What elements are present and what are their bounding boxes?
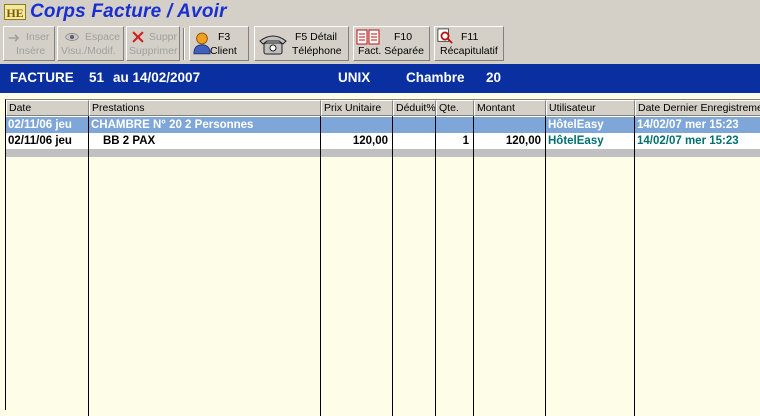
- space-view-modify-button[interactable]: Espace Visu./Modif.: [57, 26, 124, 61]
- client-button-label: Client: [210, 45, 237, 57]
- telephone-icon: [259, 35, 287, 55]
- client-button[interactable]: F3 Client: [189, 26, 249, 61]
- chambre-number: 20: [486, 70, 502, 85]
- space-button-label: Espace: [85, 31, 121, 43]
- col-header-deduit[interactable]: Déduit%: [393, 100, 436, 116]
- magnifier-icon: [437, 28, 453, 44]
- summary-key: F11: [461, 31, 479, 43]
- cell-montant: 120,00: [474, 133, 546, 149]
- col-header-qte[interactable]: Qte.: [436, 100, 474, 116]
- empty-cell: [393, 149, 436, 157]
- insert-button-sublabel: Insère: [16, 45, 46, 57]
- separate-invoice-label: Fact. Séparée: [358, 45, 424, 57]
- separate-invoice-button[interactable]: F10 Fact. Séparée: [353, 26, 430, 61]
- summary-button[interactable]: F11 Récapitulatif: [434, 26, 504, 61]
- toolbar: Inser Insère Espace Visu./Modif. Suppr S…: [0, 24, 760, 64]
- client-button-key: F3: [218, 31, 231, 43]
- summary-label: Récapitulatif: [440, 45, 498, 57]
- facture-label: FACTURE: [10, 70, 74, 85]
- cell-qte: 1: [436, 133, 474, 149]
- client-name: UNIX: [338, 70, 371, 85]
- title-bar: HE Corps Facture / Avoir: [0, 0, 760, 24]
- invoice-lines-grid[interactable]: Date Prestations Prix Unitaire Déduit% Q…: [5, 99, 760, 416]
- col-header-date-dernier[interactable]: Date Dernier Enregistrement: [635, 100, 760, 116]
- cell-date-dernier: 14/02/07 mer 15:23: [635, 133, 760, 149]
- separate-invoice-key: F10: [394, 31, 413, 43]
- column-divider: [88, 116, 89, 416]
- chambre-label: Chambre: [406, 70, 465, 85]
- empty-cell: [546, 149, 635, 157]
- empty-cell: [6, 149, 89, 157]
- cell-prestation: BB 2 PAX: [89, 133, 321, 149]
- table-row[interactable]: 02/11/06 jeu CHAMBRE N° 20 2 Personnes H…: [6, 117, 760, 133]
- cell-utilisateur: HôtelEasy: [546, 117, 635, 133]
- insert-button-label: Inser: [26, 31, 50, 43]
- phone-detail-button[interactable]: F5 Détail Téléphone: [254, 26, 349, 61]
- person-icon: [193, 32, 211, 55]
- cell-prix: [321, 117, 393, 133]
- table-row[interactable]: 02/11/06 jeu BB 2 PAX 120,00 1 120,00 Hô…: [6, 133, 760, 149]
- column-divider: [634, 116, 635, 416]
- space-button-sublabel: Visu./Modif.: [61, 45, 116, 57]
- column-divider: [473, 116, 474, 416]
- empty-cell: [321, 149, 393, 157]
- cell-prix: 120,00: [321, 133, 393, 149]
- delete-x-icon: [132, 31, 144, 43]
- column-divider: [545, 116, 546, 416]
- empty-cell: [474, 149, 546, 157]
- column-divider: [435, 116, 436, 416]
- cell-montant: [474, 117, 546, 133]
- cell-utilisateur: HôtelEasy: [546, 133, 635, 149]
- cell-qte: [436, 117, 474, 133]
- invoice-split-icon: [356, 29, 380, 45]
- invoice-header: FACTURE 51 au 14/02/2007 UNIX Chambre 20: [0, 64, 760, 93]
- cell-deduit: [393, 117, 436, 133]
- insert-icon: [8, 34, 20, 42]
- cell-prestation: CHAMBRE N° 20 2 Personnes: [89, 117, 321, 133]
- toolbar-separator: [183, 28, 185, 60]
- grid-header: Date Prestations Prix Unitaire Déduit% Q…: [6, 100, 760, 116]
- col-header-montant[interactable]: Montant: [474, 100, 546, 116]
- insert-button[interactable]: Inser Insère: [3, 26, 55, 61]
- facture-number: 51: [89, 70, 105, 85]
- empty-cell: [635, 149, 760, 157]
- new-row-placeholder[interactable]: [6, 149, 760, 157]
- delete-button-label: Suppr: [149, 31, 178, 43]
- cell-date-dernier: 14/02/07 mer 15:23: [635, 117, 760, 133]
- cell-date: 02/11/06 jeu: [6, 133, 89, 149]
- phone-detail-key: F5 Détail: [295, 31, 338, 43]
- cell-deduit: [393, 133, 436, 149]
- window-title: Corps Facture / Avoir: [30, 1, 227, 22]
- cell-date: 02/11/06 jeu: [6, 117, 89, 133]
- col-header-utilisateur[interactable]: Utilisateur: [546, 100, 635, 116]
- facture-date: au 14/02/2007: [113, 70, 201, 85]
- empty-cell: [89, 149, 321, 157]
- eye-icon: [65, 33, 79, 41]
- delete-button-sublabel: Supprimer: [129, 45, 178, 57]
- col-header-date[interactable]: Date: [6, 100, 89, 116]
- col-header-prestations[interactable]: Prestations: [89, 100, 321, 116]
- delete-button[interactable]: Suppr Supprimer: [126, 26, 180, 61]
- column-divider: [320, 116, 321, 416]
- col-header-prix-unitaire[interactable]: Prix Unitaire: [321, 100, 393, 116]
- phone-detail-label: Téléphone: [292, 45, 342, 57]
- column-divider: [392, 116, 393, 416]
- empty-cell: [436, 149, 474, 157]
- app-logo-icon: HE: [4, 4, 26, 20]
